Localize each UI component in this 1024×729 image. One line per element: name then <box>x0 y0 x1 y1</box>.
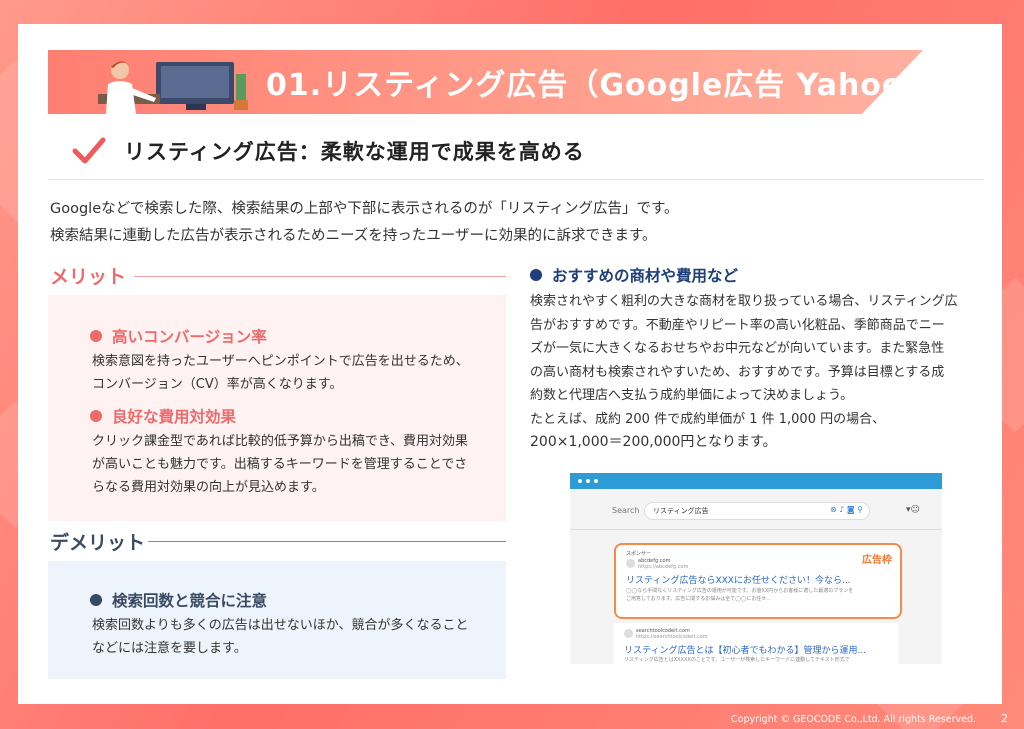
org-title-link: リスティング広告とは【初心者でもわかる】管理から運用... <box>624 646 867 656</box>
text-line: の高い商材も検索されやすいため、おすすめです。予算は目標とする成 <box>530 364 945 380</box>
section-heading: リスティング広告：柔軟な運用で成果を高める <box>72 136 585 166</box>
ad-title-link: リスティング広告ならXXXにお任せください！今なら... <box>626 576 851 586</box>
org-url: https://searchtoolcodeit.com <box>636 634 708 640</box>
merit-item-body: 検索意図を持ったユーザーへピンポイントで広告を出せるため、 コンバージョン（CV… <box>92 350 469 396</box>
merit-item-heading: 良好な費用対効果 <box>90 405 236 427</box>
text-line: 約数と代理店へ支払う成約単価によって決めましょう。 <box>530 388 854 403</box>
intro-line: 検索結果に連動した広告が表示されるためニーズを持ったユーザーに効果的に訴求できま… <box>50 228 657 244</box>
search-label: Search <box>612 506 640 515</box>
ad-description: ◯◯なら手間なくリスティング広告の運用が可能です。お値XX円からお客様に適した最… <box>626 588 854 594</box>
divider <box>148 541 506 542</box>
bullet-icon <box>90 410 102 422</box>
slide-card: 01.リスティング広告（Google広告 Yahoo!広告 リスティング広告：柔… <box>18 24 1002 704</box>
user-icon: ▾☺ <box>906 505 920 515</box>
sponsor-label: スポンサー <box>626 551 652 557</box>
page-number: 2 <box>1001 712 1008 725</box>
browser-titlebar <box>570 473 942 489</box>
merit-item-label: 良好な費用対効果 <box>112 408 237 426</box>
demerit-item-label: 検索回数と競合に注意 <box>112 592 268 610</box>
title-banner: 01.リスティング広告（Google広告 Yahoo!広告 <box>48 50 923 114</box>
search-tools-icon: ⊗ ♪ ◙ ⚲ <box>829 505 863 514</box>
ad-result: スポンサー abcdefg.com https://abcdefg.com リス… <box>614 543 902 619</box>
text-line: 告がおすすめです。不動産やリピート率の高い化粧品、季節商品でニー <box>530 317 945 333</box>
text-line: 検索回数よりも多くの広告は出せないほか、競合が多くなること <box>92 618 469 633</box>
ad-slot-label: 広告枠 <box>862 555 892 566</box>
recommend-heading-text: おすすめの商材や費用など <box>552 267 739 285</box>
footer: Copyright © GEOCODE Co.,Ltd. All rights … <box>0 712 1024 729</box>
demerit-item-body: 検索回数よりも多くの広告は出せないほか、競合が多くなること などには注意を要しま… <box>92 614 468 660</box>
intro-paragraph: Googleなどで検索した際、検索結果の上部や下部に表示されるのが「リスティング… <box>50 196 679 250</box>
intro-line: Googleなどで検索した際、検索結果の上部や下部に表示されるのが「リスティング… <box>50 201 679 217</box>
favicon-icon <box>624 629 633 638</box>
search-results-mockup: Search リスティング広告 ⊗ ♪ ◙ ⚲ ▾☺ スポンサー abcdefg… <box>570 473 942 664</box>
ad-url: https://abcdefg.com <box>638 564 689 570</box>
search-row: Search リスティング広告 ⊗ ♪ ◙ ⚲ ▾☺ <box>570 499 942 523</box>
recommend-body: 検索されやすく粗利の大きな商材を取り扱っている場合、リスティング広 告がおすすめ… <box>530 290 990 455</box>
window-dot-icon <box>578 479 582 483</box>
text-line: が高いことも魅力です。出稿するキーワードを管理することでさ <box>92 457 468 472</box>
merit-item-heading: 高いコンバージョン率 <box>90 325 267 347</box>
person-at-computer-illustration <box>98 61 248 114</box>
divider <box>134 276 506 277</box>
search-value: リスティング広告 <box>653 507 709 515</box>
text-line: コンバージョン（CV）率が高くなります。 <box>92 377 343 392</box>
text-line: たとえば、成約 200 件で成約単価が 1 件 1,000 円の場合、 <box>530 411 886 427</box>
window-dot-icon <box>594 479 598 483</box>
divider <box>570 529 942 530</box>
ad-description: ご用意しております。広告に関するお悩みは全て◯◯にお任せ... <box>626 596 772 602</box>
text-line: 検索意図を持ったユーザーへピンポイントで広告を出せるため、 <box>92 354 469 369</box>
copyright: Copyright © GEOCODE Co.,Ltd. All rights … <box>731 714 976 725</box>
search-input: リスティング広告 ⊗ ♪ ◙ ⚲ <box>644 502 870 520</box>
divider <box>48 179 984 180</box>
demerit-box: 検索回数と競合に注意 検索回数よりも多くの広告は出せないほか、競合が多くなること… <box>48 561 506 679</box>
text-line: 200×1,000＝200,000円となります。 <box>530 434 777 450</box>
check-icon <box>72 137 106 164</box>
favicon-icon <box>626 559 635 568</box>
bullet-icon <box>90 330 102 342</box>
merit-title: メリット <box>50 266 127 288</box>
text-line: らなる費用対効果の向上が見込めます。 <box>92 480 325 495</box>
text-line: クリック課金型であれば比較的低予算から出稿でき、費用対効果 <box>92 434 468 449</box>
window-dot-icon <box>586 479 590 483</box>
merit-item-body: クリック課金型であれば比較的低予算から出稿でき、費用対効果 が高いことも魅力です… <box>92 430 468 499</box>
merit-item-label: 高いコンバージョン率 <box>112 328 267 346</box>
page-title: 01.リスティング広告（Google広告 Yahoo!広告 <box>266 68 923 103</box>
bullet-icon <box>530 269 542 281</box>
merit-box: 高いコンバージョン率 検索意図を持ったユーザーへピンポイントで広告を出せるため、… <box>48 295 506 521</box>
recommend-heading: おすすめの商材や費用など <box>530 264 738 286</box>
org-description: リスティング広告とはXXXXXのことです。ユーザーが検索したキーワードに連動して… <box>624 657 850 663</box>
organic-result: searchtoolcodeit.com https://searchtoolc… <box>614 623 898 664</box>
text-line: 検索されやすく粗利の大きな商材を取り扱っている場合、リスティング広 <box>530 294 958 309</box>
demerit-title: デメリット <box>50 532 146 554</box>
demerit-item-heading: 検索回数と競合に注意 <box>90 589 267 611</box>
bullet-icon <box>90 594 102 606</box>
section-heading-text: リスティング広告：柔軟な運用で成果を高める <box>124 140 585 164</box>
text-line: などには注意を要します。 <box>92 641 247 656</box>
text-line: ズが一気に大きくなるおせちやお中元などが向いています。また緊急性 <box>530 341 945 356</box>
